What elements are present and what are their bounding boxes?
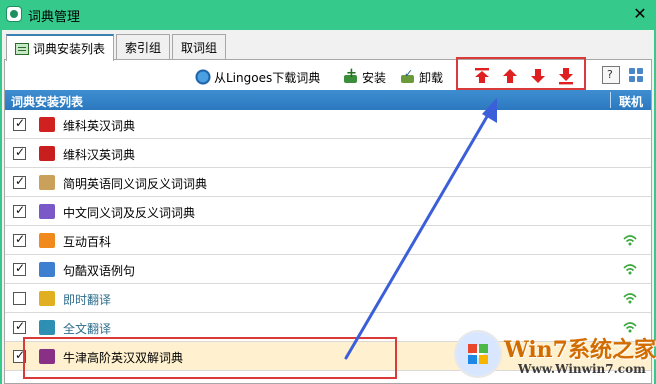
dictionary-icon [39, 233, 55, 248]
close-button[interactable]: ✕ [628, 3, 652, 25]
install-icon [343, 66, 359, 85]
column-header-name: 词典安装列表 [11, 95, 84, 109]
watermark-url: Www.Winwin7.com [518, 362, 646, 376]
tab-index-group[interactable]: 索引组 [116, 34, 171, 60]
tab-label: 词典安装列表 [33, 42, 106, 56]
dictionary-name: 句酷双语例句 [63, 264, 136, 278]
column-header-online: 联机 [618, 95, 643, 109]
dictionary-icon [39, 204, 55, 219]
list-item[interactable]: 简明英语同义词反义词词典 [5, 168, 651, 197]
list-item[interactable]: 互动百科 [5, 226, 651, 255]
install-button[interactable]: 安装 [343, 66, 387, 86]
dictionary-icon [39, 262, 55, 277]
column-divider [610, 92, 611, 108]
tab-label: 取词组 [181, 41, 218, 55]
title-bar: 词典管理 ✕ [0, 0, 656, 30]
list-item[interactable]: 即时翻译 [5, 284, 651, 313]
watermark-title: Win7系统之家 [504, 337, 656, 363]
dictionary-icon [39, 291, 55, 306]
app-icon [6, 6, 22, 22]
list-item[interactable]: 维科汉英词典 [5, 139, 651, 168]
dictionary-info-button[interactable] [602, 66, 620, 84]
uninstall-label: 卸载 [419, 70, 444, 85]
dictionary-checkbox[interactable] [13, 319, 26, 334]
dictionary-name: 中文同义词及反义词词典 [63, 206, 196, 220]
dictionary-checkbox[interactable] [13, 145, 26, 160]
dictionary-checkbox[interactable] [13, 116, 26, 131]
tab-capture-group[interactable]: 取词组 [172, 34, 227, 60]
dictionary-icon [39, 175, 55, 190]
dictionary-name: 全文翻译 [63, 322, 112, 336]
dictionary-checkbox[interactable] [13, 232, 26, 247]
watermark: Win7系统之家 Www.Winwin7.com [456, 326, 656, 384]
windows-logo-icon [456, 332, 500, 376]
highlight-box-selected-row [23, 337, 397, 379]
download-from-lingoes-button[interactable]: 从Lingoes下载词典 [195, 68, 320, 86]
wifi-icon [623, 264, 637, 275]
dictionary-name: 即时翻译 [63, 293, 112, 307]
highlight-box-move-buttons [456, 57, 586, 90]
dictionary-icon [39, 117, 55, 132]
window-title: 词典管理 [28, 10, 81, 25]
tab-strip: 词典安装列表 索引组 取词组 [6, 34, 228, 61]
dictionary-name: 简明英语同义词反义词词典 [63, 177, 208, 191]
dictionary-checkbox[interactable] [13, 174, 26, 189]
dictionary-icon [39, 146, 55, 161]
dictionary-checkbox[interactable] [13, 203, 26, 218]
list-item[interactable]: 维科英汉词典 [5, 110, 651, 139]
uninstall-button[interactable]: 卸载 [400, 67, 444, 86]
wifi-icon [623, 293, 637, 304]
dictionary-checkbox[interactable] [13, 261, 26, 276]
globe-download-icon [195, 69, 211, 85]
dictionary-name: 维科汉英词典 [63, 148, 136, 162]
download-label: 从Lingoes下载词典 [214, 70, 321, 85]
tab-dictionary-install-list[interactable]: 词典安装列表 [6, 34, 115, 61]
list-header: 词典安装列表 联机 [5, 90, 651, 110]
dictionary-name: 维科英汉词典 [63, 119, 136, 133]
wifi-icon [623, 235, 637, 246]
list-item[interactable]: 句酷双语例句 [5, 255, 651, 284]
list-item[interactable]: 中文同义词及反义词词典 [5, 197, 651, 226]
list-icon [15, 42, 29, 55]
dictionary-name: 互动百科 [63, 235, 112, 249]
dictionary-icon [39, 320, 55, 335]
uninstall-icon [400, 67, 416, 85]
tab-label: 索引组 [125, 41, 162, 55]
install-label: 安装 [362, 70, 387, 85]
dictionary-checkbox[interactable] [13, 292, 26, 305]
view-options-button[interactable] [627, 66, 645, 84]
